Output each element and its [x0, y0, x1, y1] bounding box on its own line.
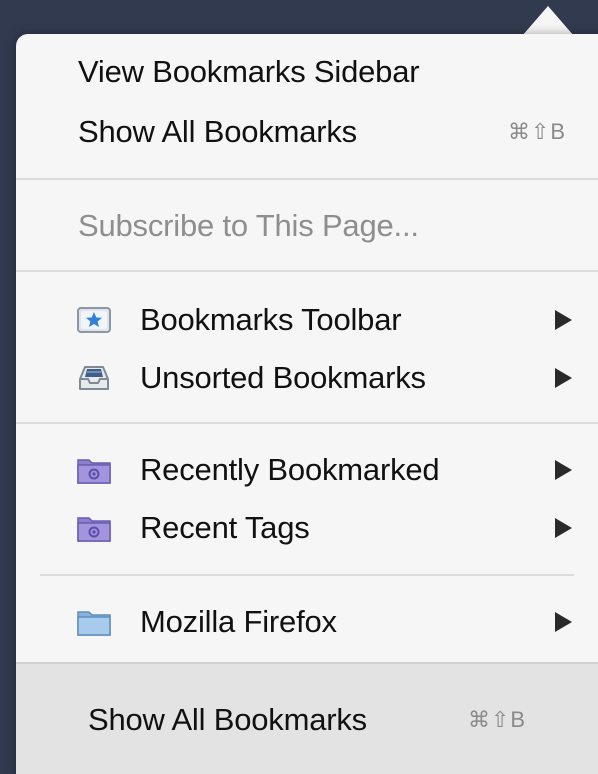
footer-label: Show All Bookmarks [88, 702, 367, 737]
separator [16, 422, 598, 424]
submenu-arrow-icon [555, 518, 572, 538]
unsorted-bookmarks-tray-icon [76, 361, 112, 395]
subscribe-item: Subscribe to This Page... [16, 198, 598, 254]
bookmarks-toolbar-label: Bookmarks Toolbar [140, 302, 402, 337]
show-all-bookmarks-item[interactable]: Show All Bookmarks ⌘⇧B [16, 104, 598, 160]
smart-folder-icon [76, 453, 112, 487]
mozilla-firefox-folder-item[interactable]: Mozilla Firefox [16, 594, 598, 650]
recent-tags-item[interactable]: Recent Tags [16, 500, 598, 556]
separator [40, 574, 574, 576]
submenu-arrow-icon [555, 310, 572, 330]
subscribe-label: Subscribe to This Page... [78, 208, 419, 243]
submenu-arrow-icon [555, 612, 572, 632]
show-all-bookmarks-shortcut: ⌘⇧B [508, 119, 567, 144]
view-bookmarks-sidebar-item[interactable]: View Bookmarks Sidebar [16, 44, 598, 100]
smart-folder-icon [76, 511, 112, 545]
folder-icon [76, 605, 112, 639]
bookmarks-toolbar-star-icon [76, 303, 112, 337]
separator [16, 270, 598, 272]
bookmarks-menu-panel: View Bookmarks Sidebar Show All Bookmark… [16, 34, 598, 774]
footer-shortcut: ⌘⇧B [468, 707, 527, 732]
bookmarks-toolbar-item[interactable]: Bookmarks Toolbar [16, 292, 598, 348]
show-all-bookmarks-label: Show All Bookmarks [78, 114, 357, 149]
view-bookmarks-sidebar-label: View Bookmarks Sidebar [78, 54, 420, 89]
unsorted-bookmarks-label: Unsorted Bookmarks [140, 360, 426, 395]
submenu-arrow-icon [555, 460, 572, 480]
separator [16, 178, 598, 180]
panel-arrow [522, 6, 574, 36]
recently-bookmarked-label: Recently Bookmarked [140, 452, 440, 487]
mozilla-firefox-label: Mozilla Firefox [140, 604, 337, 639]
show-all-bookmarks-footer-button[interactable]: Show All Bookmarks ⌘⇧B [16, 662, 598, 774]
unsorted-bookmarks-item[interactable]: Unsorted Bookmarks [16, 350, 598, 406]
recently-bookmarked-item[interactable]: Recently Bookmarked [16, 442, 598, 498]
submenu-arrow-icon [555, 368, 572, 388]
recent-tags-label: Recent Tags [140, 510, 310, 545]
